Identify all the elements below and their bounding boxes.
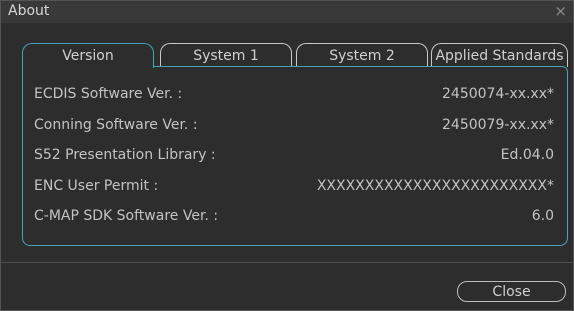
row-value: XXXXXXXXXXXXXXXXXXXXXXXX*: [316, 178, 554, 194]
tab-system-2[interactable]: System 2: [296, 43, 428, 67]
row-label: S52 Presentation Library :: [34, 147, 216, 163]
row-value: 2450079-xx.xx*: [442, 117, 554, 133]
row-value: 6.0: [531, 208, 554, 224]
row-label: Conning Software Ver. :: [34, 117, 198, 133]
info-row: ENC User Permit : XXXXXXXXXXXXXXXXXXXXXX…: [34, 178, 554, 198]
title-bar: About ×: [1, 1, 573, 23]
about-dialog: About × Version System 1 System 2 Applie…: [0, 0, 574, 311]
row-value: 2450074-xx.xx*: [442, 86, 554, 102]
tab-version[interactable]: Version: [22, 43, 154, 68]
info-row: C-MAP SDK Software Ver. : 6.0: [34, 208, 554, 228]
info-row: Conning Software Ver. : 2450079-xx.xx*: [34, 117, 554, 137]
tab-label: Applied Standards: [435, 47, 564, 64]
tab-label: Version: [62, 48, 114, 64]
dialog-title: About: [8, 3, 50, 19]
row-label: ECDIS Software Ver. :: [34, 86, 183, 102]
close-icon[interactable]: ×: [554, 2, 567, 20]
row-value: Ed.04.0: [500, 147, 554, 163]
footer-divider: [1, 262, 573, 263]
row-label: ENC User Permit :: [34, 178, 159, 194]
close-button-label: Close: [492, 283, 531, 300]
row-label: C-MAP SDK Software Ver. :: [34, 208, 219, 224]
tab-label: System 1: [193, 47, 259, 64]
info-row: S52 Presentation Library : Ed.04.0: [34, 147, 554, 167]
version-panel: ECDIS Software Ver. : 2450074-xx.xx* Con…: [22, 66, 568, 246]
info-row: ECDIS Software Ver. : 2450074-xx.xx*: [34, 86, 554, 106]
tab-label: System 2: [329, 47, 395, 64]
tab-system-1[interactable]: System 1: [160, 43, 292, 67]
tab-applied-standards[interactable]: Applied Standards: [431, 43, 568, 67]
close-button[interactable]: Close: [457, 281, 566, 302]
